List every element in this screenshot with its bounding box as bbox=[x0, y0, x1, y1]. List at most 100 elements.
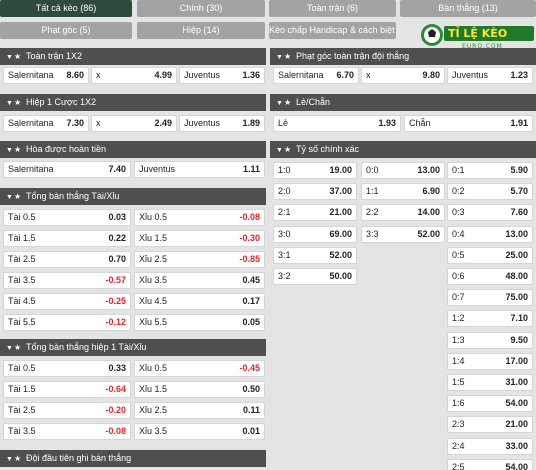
tab-half[interactable]: Hiệp (14) bbox=[137, 22, 265, 39]
correct-score-cell[interactable]: 2:4 33.00 bbox=[447, 438, 533, 455]
market-header-odd-even[interactable]: ▼★ Lẻ/Chẵn bbox=[270, 94, 536, 111]
correct-score-cell[interactable]: 3:0 69.00 bbox=[273, 226, 357, 243]
tab-handicap[interactable]: Kèo chấp Handicap & cách biệt (5) bbox=[269, 22, 396, 39]
market-header-draw-no-bet[interactable]: ▼★ Hòa được hoàn tiền bbox=[0, 141, 266, 158]
correct-score-cell[interactable]: 2:0 37.00 bbox=[273, 183, 357, 200]
odds-over[interactable]: Tài 2.5 -0.20 bbox=[3, 402, 131, 419]
odds-away[interactable]: Juventus 1.89 bbox=[179, 115, 265, 132]
collapse-arrow-icon[interactable]: ▼ bbox=[6, 95, 14, 112]
correct-score-cell[interactable]: 2:2 14.00 bbox=[361, 204, 445, 221]
tab-all[interactable]: Tất cả kèo (86) bbox=[0, 0, 132, 17]
odds-over[interactable]: Tài 3.5 -0.57 bbox=[3, 272, 131, 289]
odds-over[interactable]: Tài 1.5 0.22 bbox=[3, 230, 131, 247]
market-header-fulltime-1x2[interactable]: ▼★ Toàn trận 1X2 bbox=[0, 48, 266, 65]
correct-score-cell[interactable]: 0:6 48.00 bbox=[447, 268, 533, 285]
correct-score-cell[interactable]: 1:5 31.00 bbox=[447, 374, 533, 391]
star-icon[interactable]: ★ bbox=[14, 450, 26, 467]
odds-draw[interactable]: x 2.49 bbox=[91, 115, 177, 132]
collapse-arrow-icon[interactable]: ▼ bbox=[6, 49, 14, 66]
odds-value: 25.00 bbox=[505, 250, 528, 260]
star-icon[interactable]: ★ bbox=[284, 48, 296, 65]
odds-value: 37.00 bbox=[329, 186, 352, 196]
star-icon[interactable]: ★ bbox=[14, 48, 26, 65]
odds-away[interactable]: Juventus 1.11 bbox=[134, 161, 265, 178]
odds-even[interactable]: Chẵn 1.91 bbox=[404, 115, 533, 132]
collapse-arrow-icon[interactable]: ▼ bbox=[276, 142, 284, 159]
market-header-correct-score[interactable]: ▼★ Tỷ số chính xác bbox=[270, 141, 536, 158]
correct-score-cell[interactable]: 0:7 75.00 bbox=[447, 289, 533, 306]
odds-under[interactable]: Xỉu 0.5 -0.45 bbox=[134, 360, 265, 377]
market-header-total-goals-half1[interactable]: ▼★ Tổng bàn thắng hiệp 1 Tài/Xỉu bbox=[0, 339, 266, 356]
odds-away[interactable]: Juventus 1.23 bbox=[447, 67, 533, 84]
star-icon[interactable]: ★ bbox=[14, 188, 26, 205]
odds-label: 0:1 bbox=[452, 165, 465, 175]
odds-home[interactable]: Salernitana 7.30 bbox=[3, 115, 89, 132]
odds-over[interactable]: Tài 0.5 0.03 bbox=[3, 209, 131, 226]
odds-over[interactable]: Tài 5.5 -0.12 bbox=[3, 314, 131, 331]
star-icon[interactable]: ★ bbox=[14, 339, 26, 356]
odds-value: 0.70 bbox=[108, 254, 126, 264]
odds-over[interactable]: Tài 2.5 0.70 bbox=[3, 251, 131, 268]
correct-score-cell[interactable]: 2:1 21.00 bbox=[273, 204, 357, 221]
odds-value: 52.00 bbox=[417, 229, 440, 239]
collapse-arrow-icon[interactable]: ▼ bbox=[276, 49, 284, 66]
collapse-arrow-icon[interactable]: ▼ bbox=[276, 95, 284, 112]
odds-under[interactable]: Xỉu 5.5 0.05 bbox=[134, 314, 265, 331]
odds-over[interactable]: Tài 0.5 0.33 bbox=[3, 360, 131, 377]
correct-score-cell[interactable]: 2:3 21.00 bbox=[447, 416, 533, 433]
odds-over[interactable]: Tài 1.5 -0.64 bbox=[3, 381, 131, 398]
odds-draw[interactable]: x 4.99 bbox=[91, 67, 177, 84]
tab-fulltime[interactable]: Toàn trận (6) bbox=[269, 0, 396, 17]
star-icon[interactable]: ★ bbox=[14, 94, 26, 111]
market-header-corners-winner[interactable]: ▼★ Phạt góc toàn trận đội thắng bbox=[270, 48, 536, 65]
correct-score-cell[interactable]: 1:0 19.00 bbox=[273, 162, 357, 179]
tab-corners[interactable]: Phạt góc (5) bbox=[0, 22, 132, 39]
odds-over[interactable]: Tài 4.5 -0.25 bbox=[3, 293, 131, 310]
correct-score-cell[interactable]: 2:5 54.00 bbox=[447, 459, 533, 470]
star-icon[interactable]: ★ bbox=[14, 141, 26, 158]
correct-score-cell[interactable]: 0:0 13.00 bbox=[361, 162, 445, 179]
tab-main[interactable]: Chính (30) bbox=[137, 0, 265, 17]
correct-score-cell[interactable]: 1:3 9.50 bbox=[447, 332, 533, 349]
odds-under[interactable]: Xỉu 1.5 0.50 bbox=[134, 381, 265, 398]
correct-score-cell[interactable]: 0:4 13.00 bbox=[447, 226, 533, 243]
correct-score-cell[interactable]: 1:1 6.90 bbox=[361, 183, 445, 200]
collapse-arrow-icon[interactable]: ▼ bbox=[6, 142, 14, 159]
odds-value: 0.45 bbox=[242, 275, 260, 285]
odds-away[interactable]: Juventus 1.36 bbox=[179, 67, 265, 84]
correct-score-cell[interactable]: 0:3 7.60 bbox=[447, 204, 533, 221]
collapse-arrow-icon[interactable]: ▼ bbox=[6, 451, 14, 468]
correct-score-cell[interactable]: 0:2 5.70 bbox=[447, 183, 533, 200]
correct-score-cell[interactable]: 3:3 52.00 bbox=[361, 226, 445, 243]
odds-home[interactable]: Salernitana 7.40 bbox=[3, 161, 131, 178]
odds-under[interactable]: Xỉu 1.5 -0.30 bbox=[134, 230, 265, 247]
correct-score-cell[interactable]: 0:5 25.00 bbox=[447, 247, 533, 264]
odds-under[interactable]: Xỉu 3.5 0.45 bbox=[134, 272, 265, 289]
correct-score-cell[interactable]: 0:1 5.90 bbox=[447, 162, 533, 179]
odds-under[interactable]: Xỉu 2.5 0.11 bbox=[134, 402, 265, 419]
odds-home[interactable]: Salernitana 8.60 bbox=[3, 67, 89, 84]
collapse-arrow-icon[interactable]: ▼ bbox=[6, 189, 14, 206]
market-header-first-team-to-score[interactable]: ▼★ Đội đầu tiên ghi bàn thắng bbox=[0, 450, 266, 467]
star-icon[interactable]: ★ bbox=[284, 94, 296, 111]
odds-under[interactable]: Xỉu 0.5 -0.08 bbox=[134, 209, 265, 226]
odds-draw[interactable]: x 9.80 bbox=[361, 67, 445, 84]
correct-score-cell[interactable]: 3:2 50.00 bbox=[273, 268, 357, 285]
odds-over[interactable]: Tài 3.5 -0.08 bbox=[3, 423, 131, 440]
odds-under[interactable]: Xỉu 3.5 0.01 bbox=[134, 423, 265, 440]
odds-under[interactable]: Xỉu 4.5 0.17 bbox=[134, 293, 265, 310]
market-header-half1-1x2[interactable]: ▼★ Hiệp 1 Cược 1X2 bbox=[0, 94, 266, 111]
odds-value: 9.50 bbox=[510, 335, 528, 345]
star-icon[interactable]: ★ bbox=[284, 141, 296, 158]
market-header-total-goals[interactable]: ▼★ Tổng bàn thắng Tài/Xỉu bbox=[0, 188, 266, 205]
odds-value: 48.00 bbox=[505, 271, 528, 281]
odds-under[interactable]: Xỉu 2.5 -0.85 bbox=[134, 251, 265, 268]
correct-score-cell[interactable]: 3:1 52.00 bbox=[273, 247, 357, 264]
correct-score-cell[interactable]: 1:4 17.00 bbox=[447, 353, 533, 370]
odds-home[interactable]: Salernitana 6.70 bbox=[273, 67, 359, 84]
correct-score-cell[interactable]: 1:6 54.00 bbox=[447, 395, 533, 412]
tab-goals[interactable]: Bàn thắng (13) bbox=[400, 0, 536, 17]
odds-odd[interactable]: Lẻ 1.93 bbox=[273, 115, 401, 132]
correct-score-cell[interactable]: 1:2 7.10 bbox=[447, 310, 533, 327]
collapse-arrow-icon[interactable]: ▼ bbox=[6, 340, 14, 357]
